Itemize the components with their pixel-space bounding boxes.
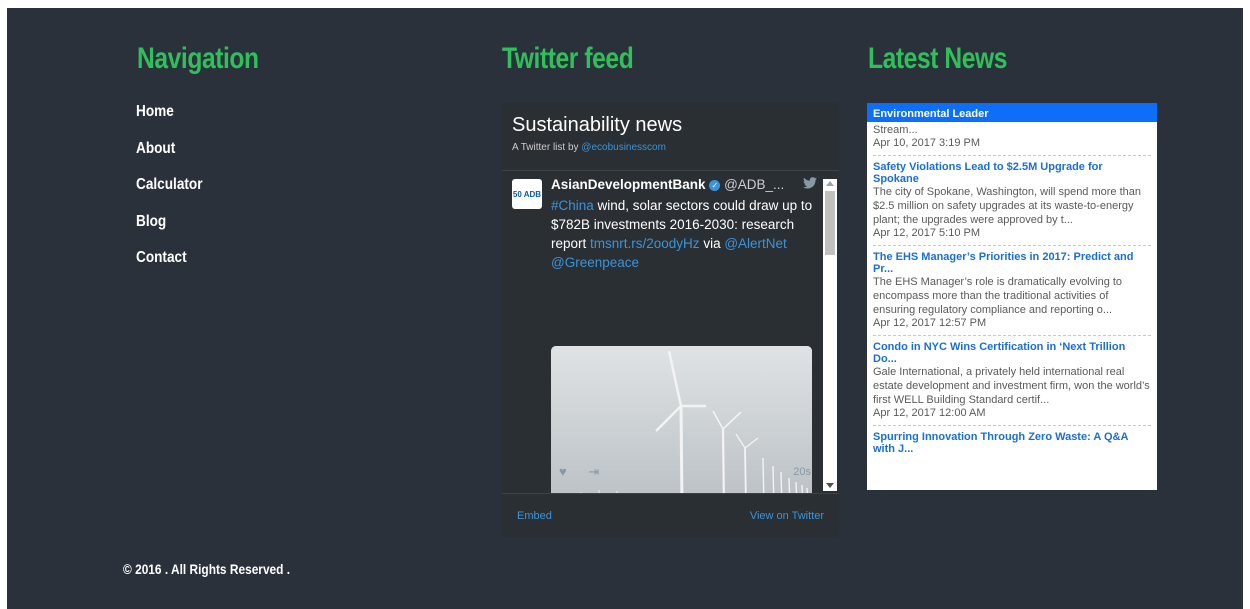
news-item-date: Apr 12, 2017 12:57 PM bbox=[873, 317, 987, 329]
copyright-text: © 2016 . All Rights Reserved . bbox=[123, 561, 291, 577]
nav-link-home[interactable]: Home bbox=[136, 103, 203, 140]
twitter-widget-footer: Embed View on Twitter bbox=[502, 494, 839, 534]
tweet-mention-alertnet[interactable]: @AlertNet bbox=[724, 236, 786, 251]
tweet-text-via: via bbox=[699, 236, 725, 251]
heart-icon[interactable]: ♥ bbox=[559, 464, 567, 479]
news-item: Stream... Apr 10, 2017 3:19 PM bbox=[873, 122, 1151, 156]
tweet-list-scrollbar[interactable] bbox=[823, 179, 837, 491]
news-list: Stream... Apr 10, 2017 3:19 PM Safety Vi… bbox=[867, 122, 1157, 461]
news-source-header[interactable]: Environmental Leader bbox=[867, 103, 1157, 122]
twitter-widget-header: Sustainability news A Twitter list by @e… bbox=[502, 103, 839, 171]
news-item-date: Apr 12, 2017 12:00 AM bbox=[873, 407, 986, 419]
news-item: Safety Violations Lead to $2.5M Upgrade … bbox=[873, 156, 1151, 246]
tweet-author-line: AsianDevelopmentBank ✓ @ADB_... bbox=[551, 177, 813, 192]
tweet-url-link[interactable]: tmsnrt.rs/2oodyHz bbox=[590, 236, 700, 251]
news-item-description: The city of Spokane, Washington, will sp… bbox=[873, 186, 1142, 226]
news-item-title-link[interactable]: Condo in NYC Wins Certification in ‘Next… bbox=[873, 341, 1151, 365]
news-item-date: Apr 12, 2017 5:10 PM bbox=[873, 227, 981, 239]
scroll-up-arrow-icon[interactable] bbox=[826, 181, 834, 186]
tweet-mention-greenpeace[interactable]: @Greenpeace bbox=[551, 255, 639, 270]
news-item-title-link[interactable]: Spurring Innovation Through Zero Waste: … bbox=[873, 431, 1151, 455]
news-item-title-link[interactable]: The EHS Manager’s Priorities in 2017: Pr… bbox=[873, 251, 1151, 275]
news-item: Spurring Innovation Through Zero Waste: … bbox=[873, 426, 1151, 461]
tweet-list: 50 ADB AsianDevelopmentBank ✓ @ADB_... #… bbox=[502, 171, 839, 494]
avatar-logo-text: 50 ADB bbox=[512, 190, 542, 199]
twitter-list-owner-link[interactable]: @ecobusinesscom bbox=[581, 142, 666, 153]
tweet-timestamp[interactable]: 20s bbox=[793, 466, 811, 478]
news-item: The EHS Manager’s Priorities in 2017: Pr… bbox=[873, 246, 1151, 336]
nav-link-blog[interactable]: Blog bbox=[136, 213, 203, 250]
nav-link-calculator[interactable]: Calculator bbox=[136, 176, 203, 213]
twitter-feed-heading: Twitter feed bbox=[502, 42, 634, 75]
twitter-bird-icon[interactable] bbox=[803, 177, 817, 192]
nav-link-contact[interactable]: Contact bbox=[136, 249, 203, 286]
nav-link-about[interactable]: About bbox=[136, 140, 203, 177]
news-item-description: Gale International, a privately held int… bbox=[873, 366, 1150, 406]
tweet-author-avatar[interactable]: 50 ADB bbox=[512, 179, 542, 209]
news-item-description: The EHS Manager’s role is dramatically e… bbox=[873, 276, 1123, 316]
twitter-list-title[interactable]: Sustainability news bbox=[512, 114, 829, 137]
news-item-description: Stream... bbox=[873, 124, 918, 136]
news-item: Condo in NYC Wins Certification in ‘Next… bbox=[873, 336, 1151, 426]
embed-link[interactable]: Embed bbox=[517, 510, 552, 522]
latest-news-heading: Latest News bbox=[868, 42, 1008, 75]
tweet-hashtag-link[interactable]: #China bbox=[551, 198, 594, 213]
tweet-author-handle[interactable]: @ADB_... bbox=[724, 177, 784, 192]
latest-news-widget: Environmental Leader Stream... Apr 10, 2… bbox=[867, 103, 1157, 490]
tweet-author-name[interactable]: AsianDevelopmentBank bbox=[551, 177, 706, 192]
footer-navigation: Home About Calculator Blog Contact bbox=[136, 103, 214, 286]
twitter-timeline-widget: Sustainability news A Twitter list by @e… bbox=[502, 103, 839, 537]
view-on-twitter-link[interactable]: View on Twitter bbox=[750, 510, 824, 522]
twitter-subtitle-prefix: A Twitter list by bbox=[512, 142, 579, 153]
footer-section: Navigation Twitter feed Latest News Home… bbox=[7, 8, 1243, 609]
navigation-heading: Navigation bbox=[137, 42, 259, 75]
share-icon[interactable]: ⇥ bbox=[588, 464, 599, 479]
scroll-down-arrow-icon[interactable] bbox=[826, 483, 834, 488]
twitter-list-subtitle: A Twitter list by @ecobusinesscom bbox=[512, 142, 829, 153]
news-item-date: Apr 10, 2017 3:19 PM bbox=[873, 137, 981, 149]
news-item-title-link[interactable]: Safety Violations Lead to $2.5M Upgrade … bbox=[873, 161, 1151, 185]
tweet-text: #China wind, solar sectors could draw up… bbox=[551, 196, 816, 272]
scrollbar-thumb[interactable] bbox=[825, 191, 835, 255]
verified-badge-icon: ✓ bbox=[709, 180, 721, 191]
tweet-actions: ♥ ⇥ bbox=[559, 464, 599, 480]
